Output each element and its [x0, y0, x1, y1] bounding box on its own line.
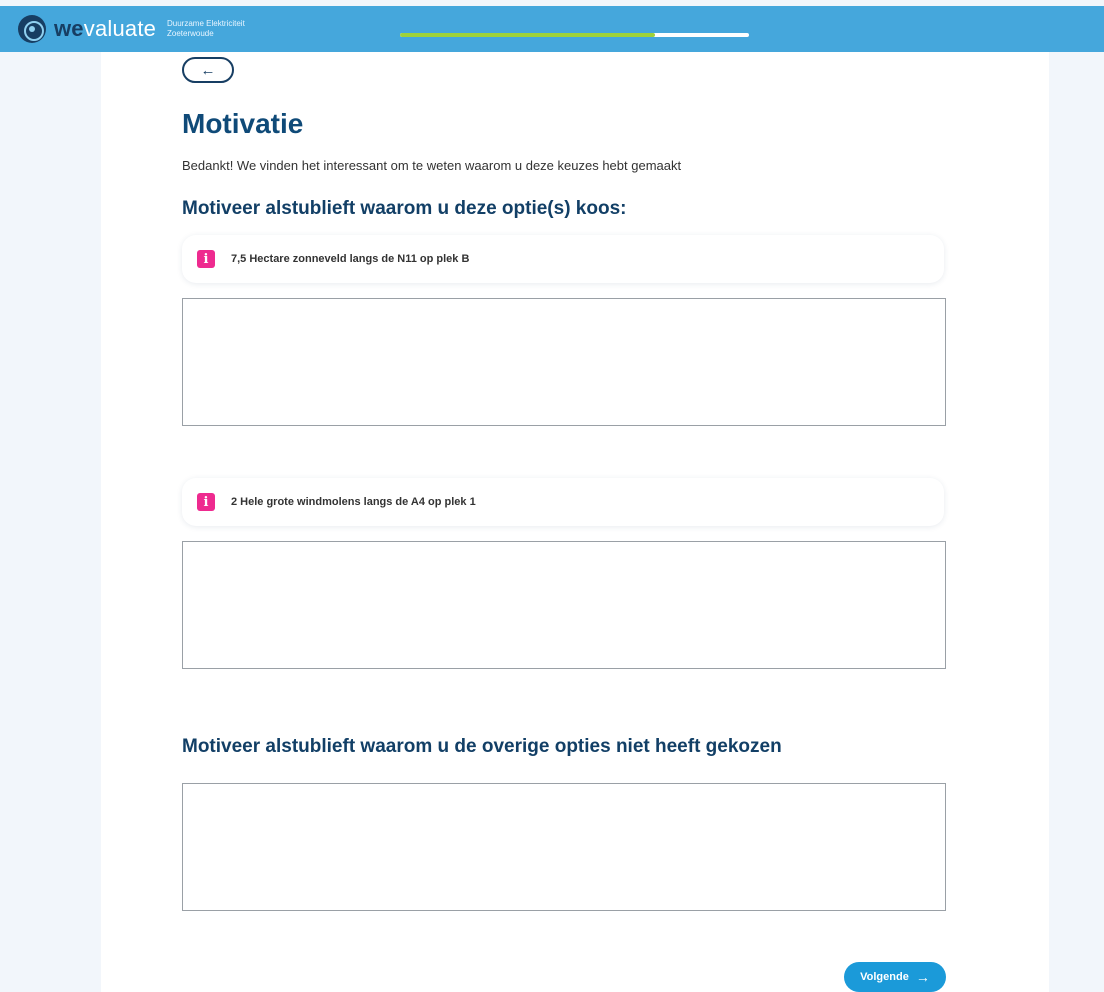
logo[interactable]: wevaluate	[18, 15, 156, 43]
section-title-chosen: Motiveer alstublieft waarom u deze optie…	[182, 198, 627, 219]
motivation-textarea-1[interactable]	[182, 298, 946, 426]
arrow-left-icon: ←	[200, 61, 216, 79]
top-bar: wevaluate Duurzame Elektriciteit Zoeterw…	[0, 6, 1104, 52]
intro-text: Bedankt! We vinden het interessant om te…	[182, 158, 682, 173]
arrow-right-icon: →	[915, 969, 930, 985]
motivation-textarea-2[interactable]	[182, 541, 946, 669]
info-icon[interactable]: i	[197, 493, 215, 511]
next-button[interactable]: Volgende →	[844, 962, 946, 992]
option-item-1: i 7,5 Hectare zonneveld langs de N11 op …	[182, 235, 944, 283]
info-icon[interactable]: i	[197, 250, 215, 268]
main-card: ← Motivatie Bedankt! We vinden het inter…	[101, 52, 1049, 992]
progress-fill	[400, 33, 655, 37]
logo-icon	[18, 15, 46, 43]
back-button[interactable]: ←	[182, 57, 234, 83]
next-button-label: Volgende	[860, 971, 909, 983]
option-label: 7,5 Hectare zonneveld langs de N11 op pl…	[231, 253, 470, 265]
logo-text: wevaluate	[54, 16, 157, 41]
progress-bar	[400, 33, 749, 37]
page-title: Motivatie	[182, 108, 304, 139]
option-item-2: i 2 Hele grote windmolens langs de A4 op…	[182, 478, 944, 526]
option-label: 2 Hele grote windmolens langs de A4 op p…	[231, 496, 476, 508]
motivation-textarea-other[interactable]	[182, 783, 946, 911]
section-title-other: Motiveer alstublieft waarom u de overige…	[182, 736, 782, 757]
project-name: Duurzame Elektriciteit Zoeterwoude	[167, 19, 245, 38]
